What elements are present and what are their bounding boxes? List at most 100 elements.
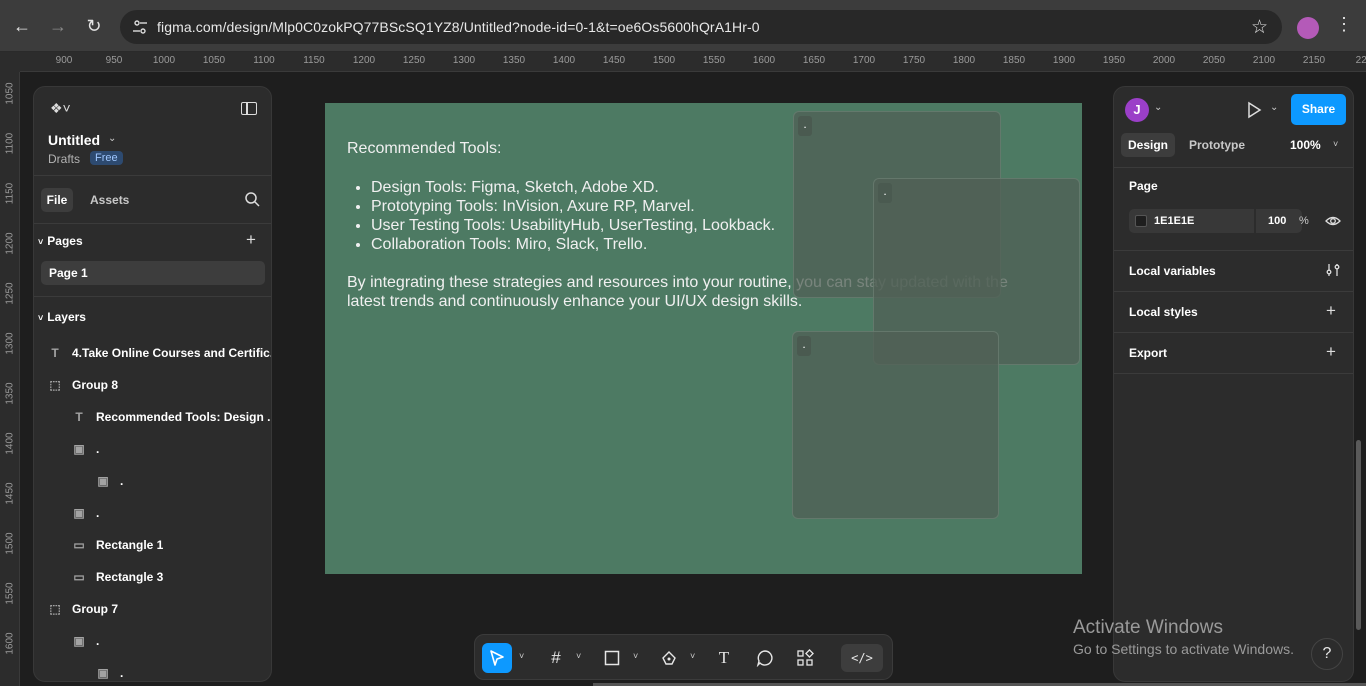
back-arrow-icon[interactable]: ← (10, 14, 34, 38)
present-play-icon[interactable] (1245, 101, 1263, 119)
layer-item[interactable]: ▣. (34, 625, 271, 657)
site-settings-icon[interactable] (132, 19, 148, 35)
pages-section-header[interactable]: ˅ Pages (38, 234, 83, 248)
share-button[interactable]: Share (1291, 94, 1346, 125)
eye-icon[interactable] (1325, 214, 1341, 228)
user-avatar[interactable]: J (1125, 98, 1149, 122)
chevron-down-icon[interactable]: ⌄ (1270, 102, 1278, 113)
resources-tool-button[interactable] (792, 643, 818, 673)
group-icon: ⬚ (49, 602, 61, 616)
bookmark-star-icon[interactable]: ☆ (1251, 16, 1268, 39)
text-tool-button[interactable]: T (711, 643, 737, 673)
chevron-down-icon: ˅ (38, 237, 44, 247)
ruler-tick-label: 2000 (1152, 55, 1176, 66)
rect-label: . (878, 183, 892, 203)
profile-avatar[interactable] (1297, 17, 1319, 39)
chevron-down-icon[interactable]: ˅ (633, 651, 638, 661)
layer-item[interactable]: ⬚ Group 8 (34, 369, 271, 401)
variables-sliders-icon[interactable] (1326, 263, 1340, 277)
divider (1114, 167, 1353, 168)
layer-item[interactable]: ▭ Rectangle 1 (34, 529, 271, 561)
local-variables-title[interactable]: Local variables (1129, 264, 1216, 278)
tab-prototype[interactable]: Prototype (1189, 138, 1245, 152)
browser-menu-icon[interactable]: ⋮ (1335, 14, 1353, 35)
chevron-down-icon[interactable]: ˅ (576, 651, 581, 661)
browser-toolbar: ← → ↻ figma.com/design/Mlp0C0zokPQ77BScS… (0, 0, 1366, 52)
ruler-tick-label: 2150 (1302, 55, 1326, 66)
layer-label: . (120, 474, 124, 488)
layer-item[interactable]: ▣. (34, 497, 271, 529)
layers-section-header[interactable]: ˅ Layers (38, 310, 86, 324)
chevron-down-icon[interactable]: ˅ (1333, 139, 1338, 149)
ruler-tick-label: 1450 (602, 55, 626, 66)
page-opacity-value[interactable]: 100 (1268, 215, 1286, 227)
file-title[interactable]: Untitled (48, 132, 100, 148)
layer-item[interactable]: ▣. (34, 433, 271, 465)
rectangle-icon (604, 650, 620, 666)
canvas-frame[interactable]: Recommended Tools: Design Tools: Figma, … (325, 103, 1082, 574)
properties-panel: J ⌄ ⌄ Share Design Prototype 100% ˅ Page… (1113, 86, 1354, 682)
layer-item[interactable]: ⬚ Group 7 (34, 593, 271, 625)
ruler-tick-label: 1250 (4, 282, 16, 305)
ruler-tick-label: 2050 (1202, 55, 1226, 66)
tab-design[interactable]: Design (1121, 133, 1175, 157)
export-title[interactable]: Export (1129, 346, 1167, 360)
page-item[interactable]: Page 1 (41, 261, 265, 285)
frame-icon: ▣ (97, 666, 109, 680)
chevron-down-icon[interactable]: ˅ (519, 651, 524, 661)
comment-bubble-icon (756, 650, 773, 667)
figma-menu-icon[interactable]: ❖˅ (50, 100, 71, 117)
color-swatch[interactable] (1135, 215, 1147, 227)
add-page-icon[interactable]: + (246, 230, 256, 250)
tools-bullet-list[interactable]: Design Tools: Figma, Sketch, Adobe XD. P… (371, 178, 775, 254)
layer-item[interactable]: T 4.Take Online Courses and Certific... (34, 337, 271, 369)
layer-item[interactable]: T Recommended Tools: Design ... (34, 401, 271, 433)
rect-label: . (797, 336, 811, 356)
components-grid-icon (797, 649, 814, 666)
dev-mode-toggle[interactable]: </> (841, 644, 883, 672)
group-icon: ⬚ (49, 378, 61, 392)
layer-item[interactable]: ▭ Rectangle 3 (34, 561, 271, 593)
forward-arrow-icon[interactable]: → (46, 14, 70, 38)
panel-scrollbar[interactable] (1356, 440, 1361, 630)
tab-assets[interactable]: Assets (90, 193, 129, 207)
sidebar-toggle-icon[interactable] (241, 102, 257, 115)
local-styles-title[interactable]: Local styles (1129, 305, 1198, 319)
address-bar[interactable]: figma.com/design/Mlp0C0zokPQ77BScSQ1YZ8/… (120, 10, 1282, 44)
page-color-hex[interactable]: 1E1E1E (1154, 215, 1194, 227)
divider (34, 175, 271, 176)
divider (1114, 373, 1353, 374)
opacity-unit: % (1299, 215, 1309, 227)
ruler-tick-label: 900 (55, 55, 73, 66)
layer-item[interactable]: ▣. (34, 657, 271, 681)
layer-label: Rectangle 1 (96, 538, 164, 552)
layer-label: . (96, 506, 100, 520)
shape-tool-button[interactable] (599, 643, 625, 673)
pen-tool-button[interactable] (656, 643, 682, 673)
add-export-icon[interactable]: + (1326, 342, 1336, 362)
chevron-down-icon[interactable]: ˅ (690, 651, 695, 661)
tab-file[interactable]: File (41, 188, 73, 212)
ruler-tick-label: 1150 (4, 182, 16, 205)
frame-icon: ▣ (97, 474, 109, 488)
zoom-level[interactable]: 100% (1290, 138, 1321, 152)
chevron-down-icon: ˅ (38, 313, 44, 323)
help-button[interactable]: ? (1311, 638, 1343, 670)
move-tool-button[interactable] (482, 643, 512, 673)
frame-heading[interactable]: Recommended Tools: (347, 140, 501, 158)
rectangle-shape[interactable]: . (792, 331, 999, 519)
reload-icon[interactable]: ↻ (82, 14, 106, 38)
layer-item[interactable]: ▣. (34, 465, 271, 497)
comment-tool-button[interactable] (752, 643, 778, 673)
add-style-icon[interactable]: + (1326, 301, 1336, 321)
layer-label: Rectangle 3 (96, 570, 164, 584)
file-location[interactable]: Drafts (48, 152, 80, 166)
search-icon[interactable] (244, 191, 260, 207)
activate-windows-subtitle: Go to Settings to activate Windows. (1073, 641, 1294, 657)
url-text[interactable]: figma.com/design/Mlp0C0zokPQ77BScSQ1YZ8/… (157, 19, 760, 35)
chevron-down-icon[interactable]: ⌄ (108, 133, 116, 144)
pen-icon (662, 651, 676, 665)
chevron-down-icon[interactable]: ⌄ (1154, 102, 1162, 113)
frame-tool-button[interactable]: # (543, 643, 569, 673)
ruler-tick-label: 1500 (4, 532, 16, 555)
